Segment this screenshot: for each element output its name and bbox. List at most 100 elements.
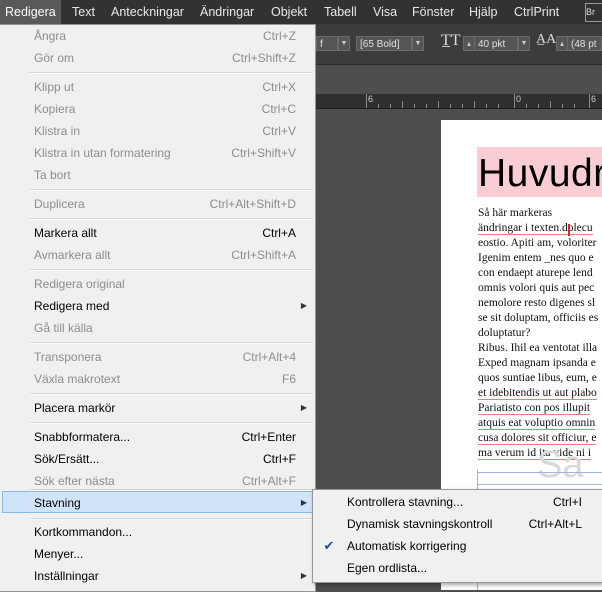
ruler-tick (402, 101, 403, 108)
menu-item-label: Gå till källa (34, 321, 93, 335)
text-line[interactable]: omnis volori quis aut pec (478, 282, 594, 294)
menu-hjalp[interactable]: Hjälp (469, 0, 498, 24)
chevron-down-icon[interactable]: ▼ (338, 36, 350, 51)
text-line[interactable]: doluptatur? (478, 327, 530, 339)
text-cursor (568, 224, 570, 236)
menu-visa[interactable]: Visa (373, 0, 397, 24)
menu-tabell[interactable]: Tabell (324, 0, 357, 24)
menu-item-kortkommandon[interactable]: Kortkommandon... (1, 521, 314, 543)
menu-item-angra[interactable]: Ångra Ctrl+Z (1, 25, 314, 47)
menu-item-kopiera[interactable]: Kopiera Ctrl+C (1, 98, 314, 120)
menu-item-klistra-in-utan-formatering[interactable]: Klistra in utan formatering Ctrl+Shift+V (1, 142, 314, 164)
menu-item-shortcut: Ctrl+V (262, 124, 296, 138)
horizontal-ruler[interactable]: 6 0 6 (316, 94, 602, 109)
ruler-tick (498, 104, 499, 108)
text-line[interactable]: quos suntiae libus, eum, e (478, 372, 597, 384)
edit-menu: Ångra Ctrl+Z Gör om Ctrl+Shift+Z Klipp ut C… (0, 24, 316, 592)
menu-item-label: Ta bort (34, 168, 71, 182)
ruler-tick (550, 101, 551, 108)
menu-item-stavning[interactable]: Stavning ▶ (2, 491, 315, 513)
text-line[interactable]: se sit doluptam, officiis es (478, 312, 598, 324)
menu-item-label: Kontrollera stavning... (347, 495, 464, 509)
text-line[interactable]: Pariatisto con pos illupit (478, 402, 591, 415)
menu-redigera[interactable]: Redigera (0, 0, 61, 24)
menu-item-ga-till-kalla[interactable]: Gå till källa (1, 317, 314, 339)
menu-item-kontrollera-stavning[interactable]: Kontrollera stavning... Ctrl+I (314, 491, 602, 513)
menu-item-dynamisk-stavningskontroll[interactable]: Dynamisk stavningskontroll Ctrl+Alt+L (314, 513, 602, 535)
text-line[interactable]: atquis eat voluptio omnin (478, 417, 596, 430)
ruler-label: 6 (368, 94, 374, 104)
menu-item-shortcut: F6 (281, 372, 296, 386)
chevron-down-icon[interactable]: ▼ (412, 36, 424, 51)
menu-item-gor-om[interactable]: Gör om Ctrl+Shift+Z (1, 47, 314, 69)
font-style-field[interactable]: [65 Bold] (356, 36, 412, 51)
menu-item-markera-allt[interactable]: Markera allt Ctrl+A (1, 222, 314, 244)
text-line[interactable]: et idebitendis ut aut plabo (478, 387, 597, 400)
leading-input[interactable]: (48 pt (567, 36, 602, 51)
submenu-arrow-icon: ▶ (300, 571, 307, 580)
menu-separator (30, 518, 313, 520)
menu-separator (30, 269, 313, 271)
menu-separator (30, 422, 313, 424)
menu-ctrlprint[interactable]: CtrlPrint (514, 0, 559, 24)
text-line[interactable]: con endaept aturepe lend (478, 267, 593, 279)
menu-item-avmarkera-allt[interactable]: Avmarkera allt Ctrl+Shift+A (1, 244, 314, 266)
menu-item-klistra-in[interactable]: Klistra in Ctrl+V (1, 120, 314, 142)
menu-item-label: Dynamisk stavningskontroll (347, 517, 493, 531)
menu-item-shortcut: Ctrl+I (552, 495, 582, 509)
menu-item-egen-ordlista[interactable]: Egen ordlista... (314, 557, 602, 579)
menu-objekt[interactable]: Objekt (271, 0, 307, 24)
menu-item-label: Automatisk korrigering (347, 539, 467, 553)
menu-item-shortcut: Ctrl+Alt+L (528, 517, 582, 531)
ruler-tick (366, 94, 367, 108)
menu-item-shortcut: Ctrl+Enter (241, 430, 296, 444)
text-line[interactable]: Igenim entem _nes quo e (478, 252, 594, 264)
font-size-field-partial[interactable]: f (316, 36, 338, 51)
ruler-label: 6 (591, 94, 597, 104)
font-size-input[interactable]: 40 pkt (474, 36, 518, 51)
ruler-tick (486, 104, 487, 108)
menu-andringar[interactable]: Ändringar (200, 0, 254, 24)
menu-item-placera-markor[interactable]: Placera markör ▶ (1, 397, 314, 419)
menu-anteckningar[interactable]: Anteckningar (111, 0, 184, 24)
menu-item-sok-ersatt[interactable]: Sök/Ersätt... Ctrl+F (1, 448, 314, 470)
menu-item-label: Avmarkera allt (34, 248, 111, 262)
text-line[interactable]: nemolore resto digenes sl (478, 297, 595, 309)
menu-item-label: Placera markör (34, 401, 116, 415)
menu-item-shortcut: Ctrl+F (263, 452, 296, 466)
ruler-tick (414, 104, 415, 108)
menu-item-vaxla-makrotext[interactable]: Växla makrotext F6 (1, 368, 314, 390)
menu-item-duplicera[interactable]: Duplicera Ctrl+Alt+Shift+D (1, 193, 314, 215)
menu-bar: Redigera Text Anteckningar Ändringar Obj… (0, 0, 602, 24)
text-line[interactable]: Så här markeras (478, 207, 552, 219)
menu-item-redigera-med[interactable]: Redigera med ▶ (1, 295, 314, 317)
menu-item-shortcut: Ctrl+Shift+A (231, 248, 296, 262)
menu-text[interactable]: Text (72, 0, 95, 24)
menu-item-transponera[interactable]: Transponera Ctrl+Alt+4 (1, 346, 314, 368)
menu-separator (30, 342, 313, 344)
ruler-tick (438, 101, 439, 108)
text-line[interactable]: Exped magnam ipsanda e (478, 357, 596, 369)
menu-item-shortcut: Ctrl+A (262, 226, 296, 240)
menu-item-label: Snabbformatera... (34, 430, 131, 444)
menu-item-automatisk-korrigering[interactable]: ✔ Automatisk korrigering (314, 535, 602, 557)
submenu-arrow-icon: ▶ (300, 403, 307, 412)
menu-item-klipp-ut[interactable]: Klipp ut Ctrl+X (1, 76, 314, 98)
menu-item-snabbformatera[interactable]: Snabbformatera... Ctrl+Enter (1, 426, 314, 448)
menu-fonster[interactable]: Fönster (412, 0, 454, 24)
bridge-button[interactable]: Br (585, 3, 602, 22)
leading-icon: A̲A (536, 32, 557, 47)
headline-text[interactable]: Huvudr (478, 152, 602, 196)
text-line[interactable]: eostio. Apiti am, voloriter (478, 237, 597, 249)
text-line[interactable]: Ribus. Ihil ea ventotat illa (478, 342, 597, 354)
menu-separator (30, 189, 313, 191)
chevron-down-icon[interactable]: ▼ (518, 36, 530, 51)
checkmark-icon: ✔ (323, 538, 335, 553)
menu-item-redigera-original[interactable]: Redigera original (1, 273, 314, 295)
menu-item-installningar[interactable]: Inställningar ▶ (1, 565, 314, 587)
menu-item-label: Egen ordlista... (347, 561, 428, 575)
menu-item-menyer[interactable]: Menyer... (1, 543, 314, 565)
text-line[interactable]: ändringar i texten.dolecu (478, 222, 593, 235)
menu-item-ta-bort[interactable]: Ta bort (1, 164, 314, 186)
guide-line (478, 484, 602, 485)
